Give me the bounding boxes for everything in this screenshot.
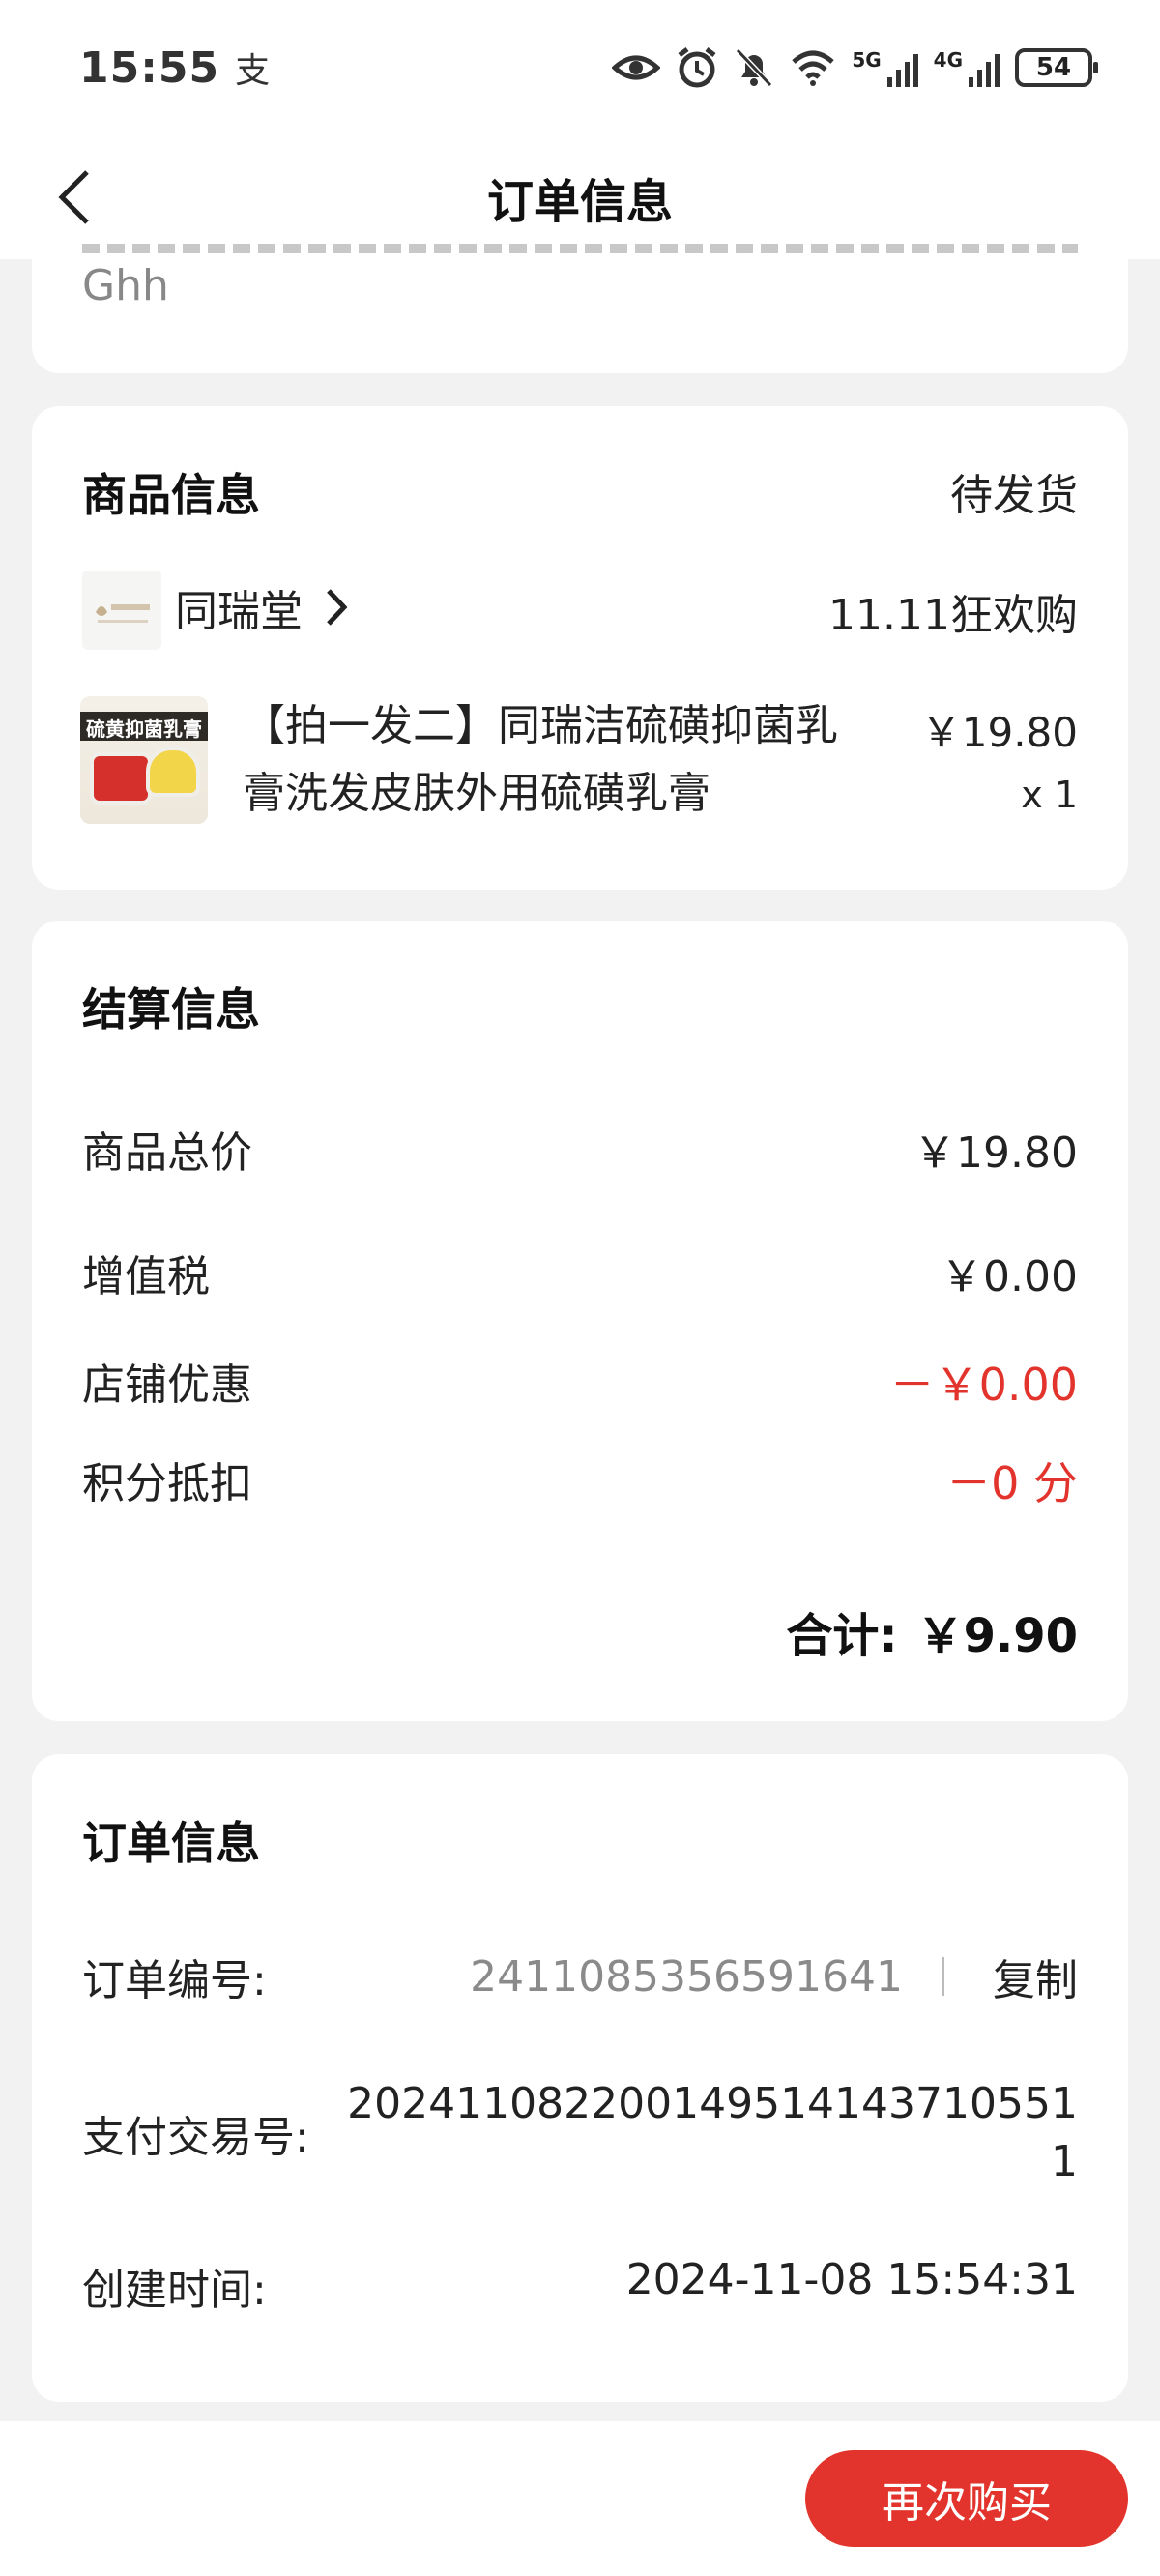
product-name-line2: 膏洗发皮肤外用硫磺乳膏 — [243, 769, 710, 818]
points-deduction-value: －0 分 — [946, 1457, 1078, 1509]
created-time: 2024-11-08 15:54:31 — [625, 2255, 1078, 2304]
order-section-title: 订单信息 — [82, 1817, 260, 1869]
promo-label: 11.11狂欢购 — [828, 591, 1078, 640]
status-time: 15:55 — [79, 43, 220, 93]
product-section-title: 商品信息 — [82, 469, 260, 521]
total-label: 合计: — [786, 1609, 898, 1663]
order-number: 2411085356591641 — [470, 1951, 903, 2002]
signal-4g-icon: 4G — [934, 48, 1000, 87]
order-info-card: 订单信息 订单编号: 2411085356591641 复制 支付交易号: 20… — [32, 1754, 1128, 2402]
back-button[interactable] — [44, 161, 102, 234]
order-number-label: 订单编号: — [82, 1956, 267, 2005]
store-link[interactable]: 同瑞堂 — [175, 576, 349, 638]
created-time-label: 创建时间: — [82, 2266, 267, 2315]
trade-number: 202411082200149514143710551 1 — [347, 2075, 1078, 2191]
signal-5g-icon: 5G — [852, 48, 918, 87]
status-icons: 5G 4G 54 — [612, 46, 1098, 89]
total-row: 合计: ￥9.90 — [786, 1597, 1078, 1665]
alarm-icon — [678, 47, 716, 88]
product-quantity: x 1 — [1021, 774, 1078, 816]
eye-icon — [612, 55, 661, 80]
settlement-section-title: 结算信息 — [82, 983, 260, 1036]
status-bar: 15:55 支 5G 4G 54 — [0, 0, 1160, 135]
store-discount-value: －￥0.00 — [889, 1359, 1078, 1411]
vat-label: 增值税 — [82, 1252, 210, 1302]
address-cut-text — [82, 232, 1078, 255]
subtotal-value: ￥19.80 — [914, 1128, 1078, 1178]
trade-number-line2: 1 — [1051, 2137, 1078, 2186]
store-discount-label: 店铺优惠 — [82, 1361, 252, 1410]
alipay-notification-icon: 支 — [235, 51, 271, 91]
vat-value: ￥0.00 — [941, 1252, 1078, 1302]
product-name-line1: 【拍一发二】同瑞洁硫磺抑菌乳 — [243, 701, 838, 750]
bottom-action-bar: 再次购买 — [0, 2421, 1160, 2576]
trade-number-label: 支付交易号: — [82, 2113, 309, 2162]
store-name: 同瑞堂 — [175, 587, 303, 636]
page-title: 订单信息 — [486, 175, 673, 229]
order-number-row: 2411085356591641 复制 — [470, 1946, 1078, 2007]
copy-button[interactable]: 复制 — [993, 1946, 1078, 2007]
divider — [942, 1957, 944, 1996]
product-name[interactable]: 【拍一发二】同瑞洁硫磺抑菌乳 膏洗发皮肤外用硫磺乳膏 — [243, 692, 900, 828]
settlement-card: 结算信息 商品总价 ￥19.80 增值税 ￥0.00 店铺优惠 －￥0.00 积… — [32, 921, 1128, 1721]
store-logo-image — [96, 604, 150, 623]
total-value: ￥9.90 — [916, 1609, 1078, 1663]
battery-icon: 54 — [1015, 48, 1098, 87]
address-partial-text: Ghh — [82, 261, 169, 310]
product-card: 商品信息 待发货 同瑞堂 11.11狂欢购 硫黄抑菌乳膏 【拍一发二】同瑞洁硫磺… — [32, 406, 1128, 890]
bell-off-icon — [736, 47, 773, 88]
store-logo — [82, 571, 161, 650]
product-price: ￥19.80 — [920, 709, 1078, 756]
subtotal-label: 商品总价 — [82, 1128, 252, 1178]
address-card: Ghh — [32, 232, 1128, 373]
trade-number-line1: 202411082200149514143710551 — [347, 2079, 1078, 2128]
order-status: 待发货 — [950, 471, 1078, 520]
points-deduction-label: 积分抵扣 — [82, 1459, 252, 1508]
product-thumbnail[interactable]: 硫黄抑菌乳膏 — [80, 696, 208, 824]
thumb-label: 硫黄抑菌乳膏 — [86, 717, 202, 741]
wifi-icon — [792, 50, 834, 86]
chevron-right-icon — [327, 589, 348, 626]
chevron-left-icon — [58, 170, 89, 224]
rebuy-button[interactable]: 再次购买 — [805, 2450, 1128, 2547]
